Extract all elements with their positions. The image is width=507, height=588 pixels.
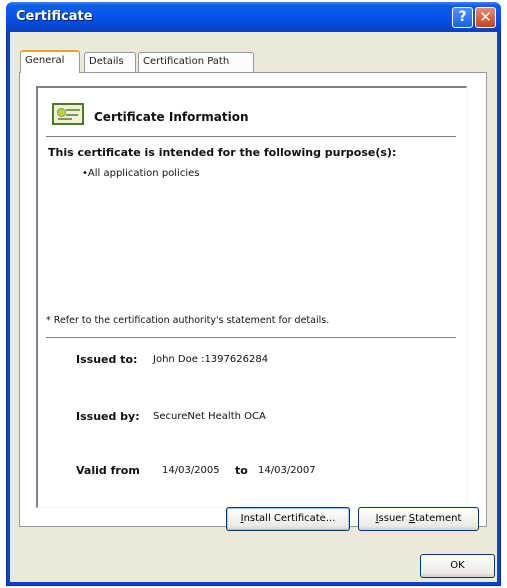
valid-from-value: 14/03/2005 <box>162 465 220 476</box>
tab-label: Details <box>89 56 124 67</box>
ok-label: OK <box>450 560 465 571</box>
close-button[interactable]: ✕ <box>475 7 496 28</box>
certificate-info-box: Certificate Information This certificate… <box>36 86 467 508</box>
title-bar[interactable]: Certificate ? ✕ <box>6 2 501 32</box>
issued-by-value: SecureNet Health OCA <box>153 411 266 422</box>
refer-note: * Refer to the certification authority's… <box>46 315 330 326</box>
close-icon: ✕ <box>479 8 492 26</box>
valid-to-value: 14/03/2007 <box>258 465 316 476</box>
help-button[interactable]: ? <box>452 7 473 28</box>
valid-to-label: to <box>235 464 248 477</box>
certificate-icon <box>52 103 84 125</box>
issuer-mid: ssuer <box>378 513 409 524</box>
tab-certification-path[interactable]: Certification Path <box>138 52 254 72</box>
issuer-statement-button[interactable]: Issuer Statement <box>358 507 479 531</box>
tab-general[interactable]: General <box>20 50 80 73</box>
purpose-item: •All application policies <box>82 168 200 179</box>
divider <box>46 337 456 338</box>
tab-label: General <box>25 55 65 66</box>
help-icon: ? <box>458 9 467 25</box>
info-heading: Certificate Information <box>94 110 249 124</box>
install-certificate-button[interactable]: Install Certificate... <box>226 507 350 531</box>
issued-to-label: Issued to: <box>76 353 138 366</box>
window-title: Certificate <box>16 9 93 24</box>
valid-from-label: Valid from <box>76 464 140 477</box>
dialog-client: General Details Certification Path Certi… <box>10 32 497 582</box>
tab-label: Certification Path <box>143 56 230 67</box>
issued-by-label: Issued by: <box>76 410 140 423</box>
certificate-window: Certificate ? ✕ General Details Certific… <box>6 2 501 586</box>
issued-to-value: John Doe :1397626284 <box>153 354 269 365</box>
tab-details[interactable]: Details <box>84 52 136 72</box>
divider <box>46 136 456 137</box>
install-label: nstall Certificate... <box>243 513 336 524</box>
issuer-rest: tatement <box>415 513 462 524</box>
ok-button[interactable]: OK <box>420 554 495 578</box>
purpose-title: This certificate is intended for the fol… <box>48 146 397 159</box>
